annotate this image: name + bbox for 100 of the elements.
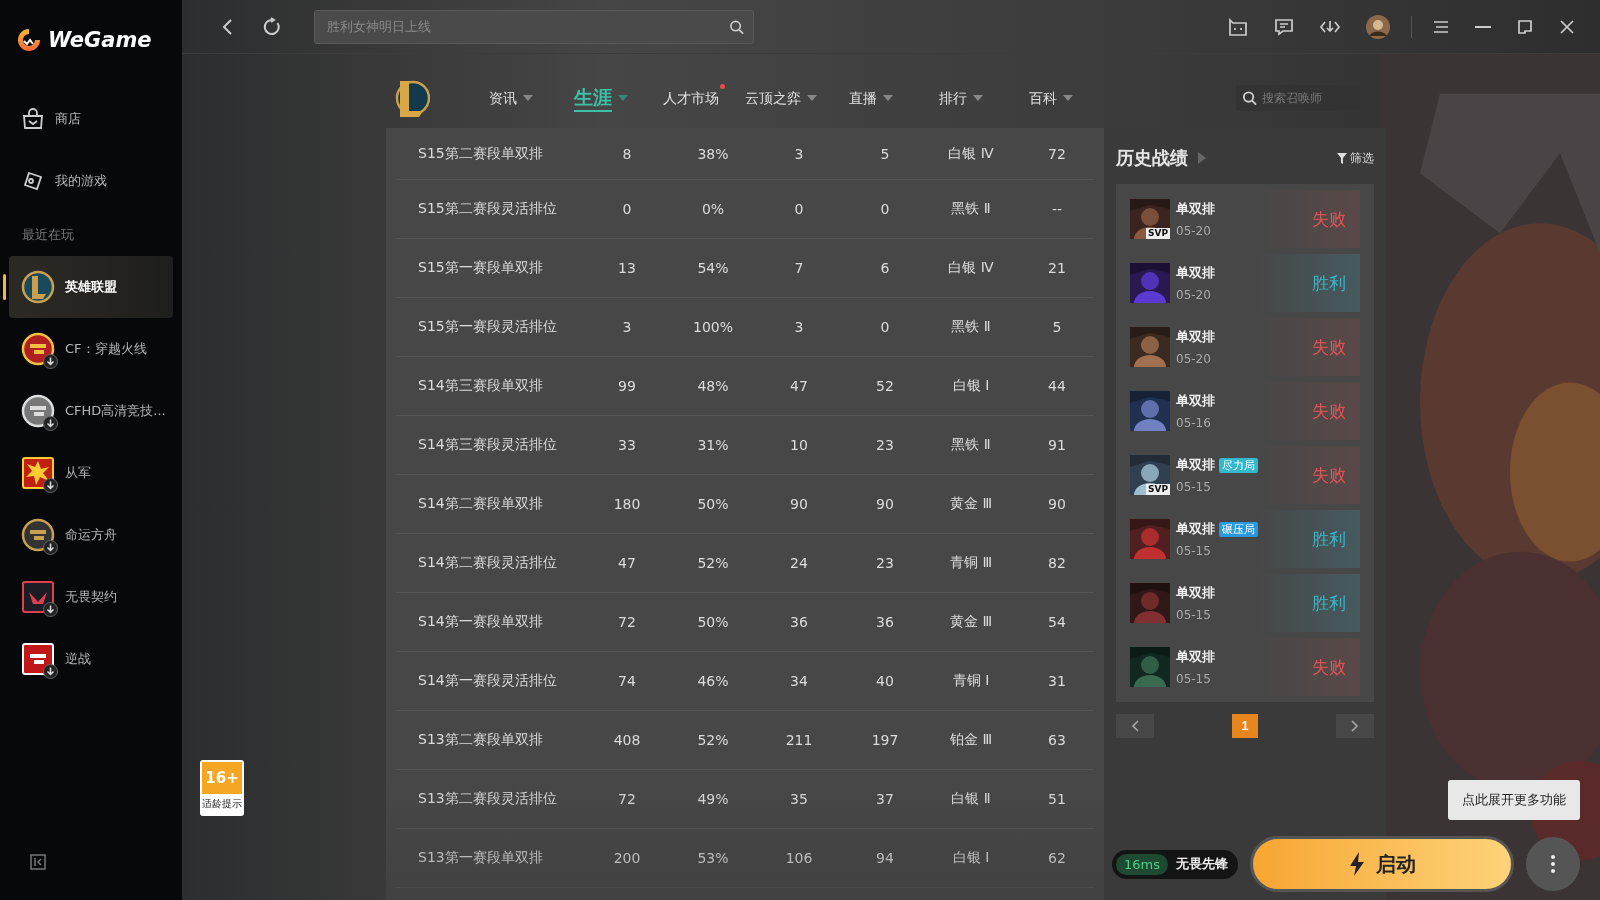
game-logo-icon bbox=[21, 270, 55, 304]
table-cell-text: S15第二赛段灵活排位 bbox=[417, 200, 558, 218]
table-cell-text: 黄金 Ⅲ bbox=[948, 613, 994, 631]
table-cell-text: 200 bbox=[612, 850, 642, 866]
match-row[interactable]: 单双排 05-20 失败 bbox=[1130, 318, 1360, 376]
table-cell-text: S14第二赛段单双排 bbox=[417, 495, 544, 513]
accelerator-pill[interactable]: 16ms 无畏先锋 bbox=[1112, 849, 1238, 879]
accelerator-name: 无畏先锋 bbox=[1176, 855, 1228, 873]
nav-tab[interactable]: 资讯 bbox=[466, 88, 556, 108]
caret-right-icon bbox=[1198, 152, 1206, 164]
ping-value: 16ms bbox=[1116, 853, 1168, 875]
table-cell-text: 180 bbox=[612, 496, 642, 512]
table-cell-text: 35 bbox=[789, 791, 809, 807]
selection-indicator bbox=[3, 274, 6, 300]
table-cell-text: 31 bbox=[1047, 673, 1067, 689]
notification-dot bbox=[720, 84, 725, 89]
table-cell-text: 0 bbox=[793, 201, 805, 217]
caret-icon bbox=[883, 95, 893, 101]
sidebar-item[interactable]: 命运方舟 bbox=[9, 504, 173, 566]
svp-badge: SVP bbox=[1145, 228, 1170, 239]
caret-icon bbox=[618, 95, 628, 101]
table-cell-text: S14第一赛段灵活排位 bbox=[417, 672, 558, 690]
match-date: 05-15 bbox=[1176, 608, 1212, 622]
match-mode: 单双排 bbox=[1176, 584, 1215, 602]
table-cell-text: 40 bbox=[875, 673, 895, 689]
close-icon bbox=[1558, 17, 1576, 36]
section-heading: 最近在玩 bbox=[21, 226, 75, 244]
refresh-icon bbox=[262, 16, 282, 37]
filter-icon bbox=[1337, 152, 1347, 164]
match-row[interactable]: SVP 单双排 05-20 失败 bbox=[1130, 190, 1360, 248]
match-result: 胜利 bbox=[1312, 271, 1346, 295]
sidebar-item[interactable]: 从军 bbox=[9, 442, 173, 504]
match-result: 胜利 bbox=[1312, 527, 1346, 551]
table-cell-text: 3 bbox=[793, 145, 805, 162]
table-cell-text: 49% bbox=[696, 791, 730, 807]
table-cell-text: 47 bbox=[617, 555, 637, 571]
lightning-icon bbox=[1348, 852, 1366, 876]
sidebar-item[interactable]: 我的游戏 bbox=[9, 150, 173, 212]
table-cell-text: S13第二赛段灵活排位 bbox=[417, 790, 558, 808]
nav-tab[interactable]: 排行 bbox=[916, 88, 1006, 108]
sidebar-item[interactable]: 商店 bbox=[9, 88, 173, 150]
table-cell-text: 白银 Ⅳ bbox=[947, 259, 995, 277]
table-cell-text: S13第二赛段单双排 bbox=[417, 731, 544, 749]
minimize-icon bbox=[1475, 25, 1491, 28]
tooltip: 点此展开更多功能 bbox=[1448, 780, 1580, 820]
launch-button[interactable]: 启动 bbox=[1250, 836, 1514, 892]
table-cell-text: 31% bbox=[696, 437, 730, 453]
logo-icon bbox=[16, 27, 42, 53]
nav-tab[interactable]: 生涯 bbox=[556, 85, 646, 111]
match-mode: 单双排 bbox=[1176, 456, 1215, 474]
game-logo-icon bbox=[21, 456, 55, 490]
match-mode: 单双排 bbox=[1176, 520, 1215, 538]
table-cell-text: 铂金 Ⅲ bbox=[948, 731, 994, 749]
search-icon bbox=[1242, 90, 1257, 106]
collapse-sidebar-button[interactable] bbox=[30, 854, 46, 870]
table-cell-text: 54% bbox=[696, 260, 730, 276]
table-cell-text: 106 bbox=[784, 850, 814, 866]
table-cell-text: 36 bbox=[789, 614, 809, 630]
download-badge-icon bbox=[43, 416, 58, 431]
table-cell-text: 99 bbox=[617, 378, 637, 394]
panel-title: 历史战绩 bbox=[1116, 146, 1188, 170]
sidebar-item[interactable]: 逆战 bbox=[9, 628, 173, 690]
sidebar-item[interactable]: 无畏契约 bbox=[9, 566, 173, 628]
match-row[interactable]: 单双排 05-15 失败 bbox=[1130, 638, 1360, 696]
match-date: 05-16 bbox=[1176, 416, 1212, 430]
table-cell-text: S14第二赛段灵活排位 bbox=[417, 554, 558, 572]
match-row[interactable]: 单双排 05-20 胜利 bbox=[1130, 254, 1360, 312]
table-cell-text: 0 bbox=[879, 319, 891, 335]
table-cell-text: 5 bbox=[879, 145, 891, 162]
filter-button[interactable]: 筛选 bbox=[1337, 149, 1374, 167]
match-result: 失败 bbox=[1312, 655, 1346, 679]
table-cell-text: 23 bbox=[875, 555, 895, 571]
table-cell-text: 36 bbox=[875, 614, 895, 630]
match-row[interactable]: SVP 单双排 尽力局 05-15 失败 bbox=[1130, 446, 1360, 504]
match-mode: 单双排 bbox=[1176, 648, 1215, 666]
nav-tab[interactable]: 直播 bbox=[826, 88, 916, 108]
table-cell-text: 白银 Ⅱ bbox=[950, 790, 992, 808]
more-icon bbox=[1551, 855, 1555, 873]
bag-icon bbox=[21, 107, 45, 131]
sidebar-item[interactable]: CFHD高清竞技... bbox=[9, 380, 173, 442]
match-tag: 尽力局 bbox=[1219, 457, 1258, 473]
table-cell-text: 5 bbox=[1051, 319, 1063, 335]
match-row[interactable]: 单双排 碾压局 05-15 胜利 bbox=[1130, 510, 1360, 568]
nav-tab[interactable]: 人才市场 bbox=[646, 88, 736, 108]
match-row[interactable]: 单双排 05-16 失败 bbox=[1130, 382, 1360, 440]
download-badge-icon bbox=[43, 540, 58, 555]
caret-icon bbox=[1063, 95, 1073, 101]
sidebar-item[interactable]: CF：穿越火线 bbox=[9, 318, 173, 380]
table-cell-text: 52 bbox=[875, 378, 895, 394]
table-cell-text: 74 bbox=[617, 673, 637, 689]
nav-tab[interactable]: 百科 bbox=[1006, 88, 1096, 108]
table-cell-text: 100% bbox=[692, 319, 734, 335]
match-date: 05-20 bbox=[1176, 224, 1212, 238]
nav-tab[interactable]: 云顶之弈 bbox=[736, 88, 826, 108]
table-cell-text: 白银 Ⅰ bbox=[951, 849, 991, 867]
table-cell-text: 34 bbox=[789, 673, 809, 689]
table-cell-text: 51 bbox=[1047, 791, 1067, 807]
match-row[interactable]: 单双排 05-15 胜利 bbox=[1130, 574, 1360, 632]
table-cell-text: 211 bbox=[784, 732, 814, 748]
table-cell-text: 37 bbox=[875, 791, 895, 807]
